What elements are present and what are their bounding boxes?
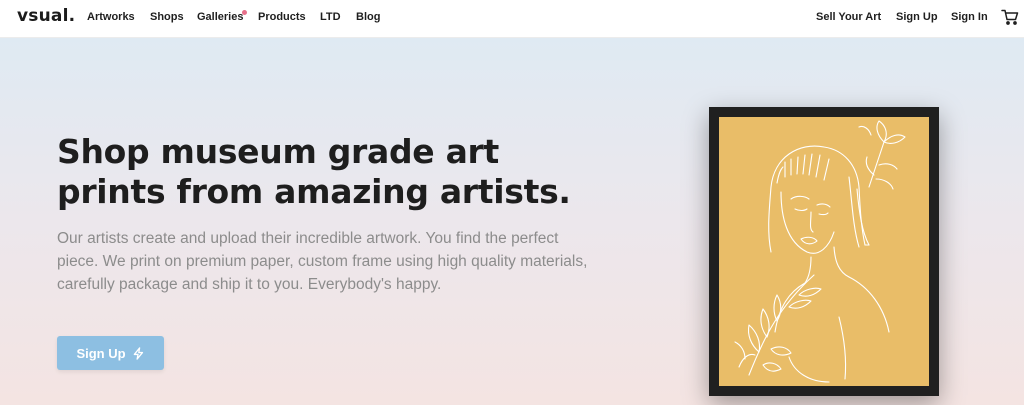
cta-label: Sign Up bbox=[76, 345, 126, 361]
nav-ltd[interactable]: LTD bbox=[320, 11, 341, 23]
hero-headline: Shop museum grade art prints from amazin… bbox=[57, 132, 657, 212]
galleries-notification-dot bbox=[242, 10, 247, 15]
nav-sign-in[interactable]: Sign In bbox=[951, 11, 988, 23]
hero-sign-up-button[interactable]: Sign Up bbox=[57, 336, 164, 370]
top-nav: vsual. Artworks Shops Galleries Products… bbox=[0, 0, 1024, 38]
hero-subtext: Our artists create and upload their incr… bbox=[57, 230, 588, 293]
nav-blog[interactable]: Blog bbox=[356, 11, 380, 23]
line-art-portrait-image bbox=[734, 120, 906, 383]
nav-shops[interactable]: Shops bbox=[150, 11, 184, 23]
nav-galleries[interactable]: Galleries bbox=[197, 11, 243, 23]
lightning-icon bbox=[133, 346, 143, 360]
nav-artworks[interactable]: Artworks bbox=[87, 11, 135, 23]
headline-line-1: Shop museum grade art bbox=[57, 132, 499, 171]
nav-products[interactable]: Products bbox=[258, 11, 306, 23]
logo[interactable]: vsual. bbox=[17, 6, 75, 26]
hero-section: Shop museum grade art prints from amazin… bbox=[0, 38, 1024, 405]
cart-icon[interactable] bbox=[1001, 9, 1019, 25]
nav-sign-up[interactable]: Sign Up bbox=[896, 11, 938, 23]
nav-sell-your-art[interactable]: Sell Your Art bbox=[816, 11, 881, 23]
framed-artwork bbox=[709, 107, 939, 396]
headline-line-2: prints from amazing artists. bbox=[57, 172, 571, 211]
artwork-canvas bbox=[719, 117, 929, 386]
